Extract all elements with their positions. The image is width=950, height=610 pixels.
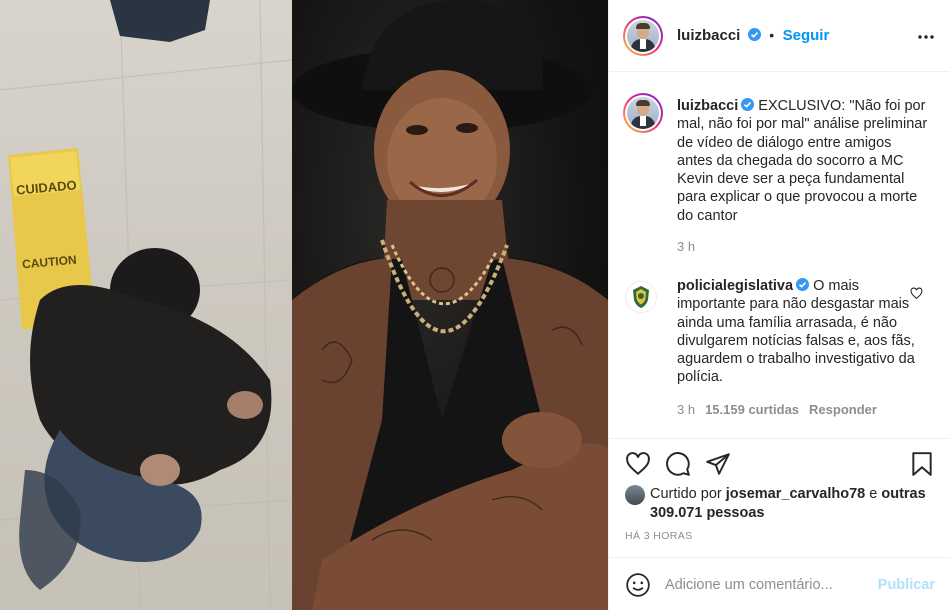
commenter-avatar[interactable] bbox=[625, 281, 657, 313]
comment-bubble-icon[interactable] bbox=[665, 451, 691, 477]
commenter-username[interactable]: policialegislativa bbox=[677, 278, 793, 294]
police-badge-icon bbox=[633, 286, 649, 308]
separator-dot: • bbox=[769, 27, 775, 43]
comment-meta: 3 h 15.159 curtidas Responder bbox=[677, 402, 877, 417]
comment-like-heart-icon[interactable] bbox=[910, 287, 923, 300]
comment-input[interactable] bbox=[665, 573, 865, 597]
comments-list[interactable]: luizbacci EXCLUSIVO: "Não foi por mal, n… bbox=[609, 73, 950, 438]
more-options-icon[interactable] bbox=[917, 28, 935, 46]
reply-button[interactable]: Responder bbox=[809, 402, 877, 417]
bookmark-icon[interactable] bbox=[909, 451, 935, 477]
post-header: luizbacci • Seguir bbox=[609, 0, 950, 72]
caption-author-avatar[interactable] bbox=[623, 93, 663, 133]
verified-badge-icon bbox=[747, 28, 761, 41]
surveillance-scene bbox=[0, 0, 292, 610]
emoji-icon[interactable] bbox=[625, 572, 651, 598]
media-photo-portrait bbox=[292, 0, 608, 610]
caption-text: EXCLUSIVO: "Não foi por mal, não foi por… bbox=[677, 98, 928, 224]
caption-time[interactable]: 3 h bbox=[677, 239, 695, 254]
comment-text-block: policialegislativa O mais importante par… bbox=[677, 277, 929, 387]
post-actions: Curtido por josemar_carvalho78 e outras … bbox=[609, 438, 950, 610]
comment-time[interactable]: 3 h bbox=[677, 402, 695, 417]
heart-icon[interactable] bbox=[625, 451, 651, 477]
comment-likes[interactable]: 15.159 curtidas bbox=[705, 402, 799, 417]
liked-by-and: e bbox=[869, 486, 878, 502]
follow-button[interactable]: Seguir bbox=[783, 27, 830, 44]
post-side-panel: luizbacci • Seguir luizbacci EXCLUSIVO: … bbox=[608, 0, 950, 610]
portrait-scene bbox=[292, 0, 608, 610]
media-photo-surveillance: CUIDADO CAUTION bbox=[0, 0, 292, 610]
post-media[interactable]: CUIDADO CAUTION bbox=[0, 0, 608, 610]
caption-author[interactable]: luizbacci bbox=[677, 98, 738, 114]
liked-by-user[interactable]: josemar_carvalho78 bbox=[726, 486, 865, 502]
publish-button[interactable]: Publicar bbox=[878, 577, 935, 593]
liker-avatar[interactable] bbox=[625, 485, 645, 505]
author-username[interactable]: luizbacci bbox=[677, 27, 740, 44]
verified-badge-icon bbox=[741, 98, 755, 111]
liked-by-prefix: Curtido por bbox=[650, 486, 722, 502]
posted-time[interactable]: HÁ 3 HORAS bbox=[625, 530, 693, 542]
comment-text: O mais importante para não desgastar mai… bbox=[677, 278, 915, 386]
author-avatar[interactable] bbox=[623, 16, 663, 56]
comment-composer: Publicar bbox=[609, 557, 950, 610]
paper-plane-icon[interactable] bbox=[705, 451, 731, 477]
verified-badge-icon bbox=[796, 278, 810, 291]
caption-text-block: luizbacci EXCLUSIVO: "Não foi por mal, n… bbox=[677, 97, 929, 225]
